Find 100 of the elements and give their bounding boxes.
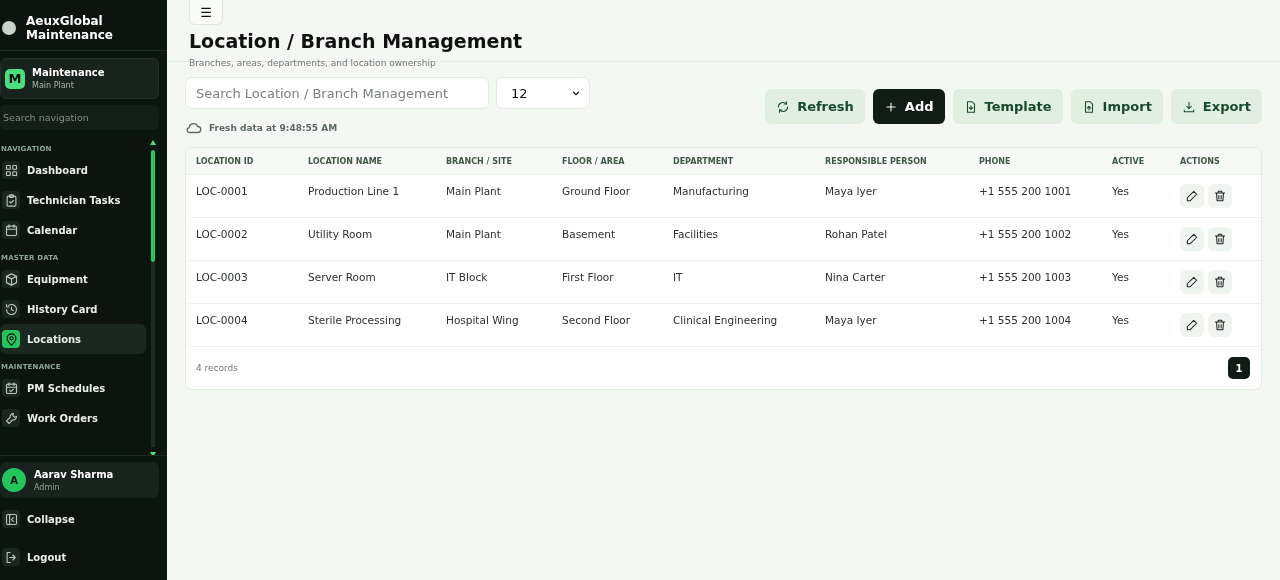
edit-button[interactable] [1180,227,1204,251]
brand-name: AeuxGlobal Maintenance [26,14,114,42]
page-title: Location / Branch Management [189,29,524,53]
table-cell: +1 555 200 1002 [969,217,1102,261]
nav-item[interactable]: Locations [0,324,146,354]
table-cell: LOC-0003 [186,260,298,304]
workspace-site: Main Plant [32,81,75,90]
record-count: 4 records [196,363,239,373]
delete-button[interactable] [1208,313,1232,337]
delete-button[interactable] [1208,184,1232,208]
plus-icon [883,99,898,114]
column-header: FLOOR / AREA [552,148,663,175]
page-subtitle: Branches, areas, departments, and location ownership [189,58,437,68]
nav-item[interactable]: Calendar [0,215,146,245]
table-cell: Facilities [663,217,815,261]
table-cell: Sterile Processing [298,303,436,347]
page-size-dropdown[interactable]: 12 [496,77,590,109]
collapse-link[interactable]: Collapse [0,504,167,534]
table-cell: +1 555 200 1003 [969,260,1102,304]
refresh-button[interactable]: Refresh [765,89,865,124]
page-button[interactable]: 1 [1228,357,1250,379]
template-button[interactable]: Template [952,89,1063,124]
refresh-icon [776,99,791,114]
table-cell: Rohan Patel [815,217,969,261]
nav-item[interactable]: Dashboard [0,155,146,185]
nav-item[interactable]: Work Orders [0,403,146,433]
history-icon [3,301,19,317]
table-cell: Yes [1102,217,1170,261]
table-cell: +1 555 200 1004 [969,303,1102,347]
nav-item[interactable]: History Card [0,294,146,324]
pencil-icon [1185,232,1199,246]
edit-button[interactable] [1180,313,1204,337]
column-header: BRANCH / SITE [436,148,552,175]
table-cell: Utility Room [298,217,436,261]
nav-item[interactable]: PM Schedules [0,373,146,403]
trash-icon [1213,318,1227,332]
table-cell: Production Line 1 [298,174,436,218]
table-cell: Yes [1102,260,1170,304]
column-header: DEPARTMENT [663,148,815,175]
pencil-icon [1185,318,1199,332]
table-cell: +1 555 200 1001 [969,174,1102,218]
workspace-name: Maintenance [32,67,105,78]
scrollbar[interactable] [149,140,157,455]
clipboard-icon [3,192,19,208]
user-name: Aarav Sharma [34,468,114,480]
search-field[interactable]: Search Location / Branch Management [185,77,489,109]
table-cell: Yes [1102,174,1170,218]
edit-button[interactable] [1180,184,1204,208]
freshness-text: Fresh data at 9:48:55 AM [209,123,338,133]
search-field[interactable]: Search navigation [0,105,159,130]
user-card[interactable]: A Aarav Sharma Admin [0,462,159,498]
table-cell: Server Room [298,260,436,304]
table-cell: Basement [552,217,663,261]
logout-link[interactable]: Logout [0,542,167,572]
column-header: RESPONSIBLE PERSON [815,148,969,175]
pencil-icon [1185,275,1199,289]
calendar-icon [3,222,19,238]
column-header: LOCATION NAME [298,148,436,175]
wrench-icon [3,410,19,426]
logo-icon [2,21,16,35]
table-cell: Hospital Wing [436,303,552,347]
table-cell: Main Plant [436,174,552,218]
workspace-card[interactable]: M Maintenance Main Plant [0,58,159,99]
nav-item[interactable]: Equipment [0,264,146,294]
column-header: ACTIVE [1102,148,1170,175]
grid-icon [3,162,19,178]
calendar-check-icon [3,380,19,396]
collapse-icon [3,511,19,527]
menu-button[interactable]: ☰ [189,0,223,25]
table-cell: LOC-0002 [186,217,298,261]
pencil-icon [1185,189,1199,203]
nav-item[interactable]: Technician Tasks [0,185,146,215]
edit-button[interactable] [1180,270,1204,294]
table-cell: Clinical Engineering [663,303,815,347]
box-icon [3,271,19,287]
table-cell: Manufacturing [663,174,815,218]
table-cell: IT Block [436,260,552,304]
table-cell: Second Floor [552,303,663,347]
delete-button[interactable] [1208,270,1232,294]
export-button[interactable]: Export [1170,89,1262,124]
trash-icon [1213,189,1227,203]
workspace-avatar: M [5,68,25,89]
trash-icon [1213,275,1227,289]
column-header: LOCATION ID [186,148,298,175]
delete-button[interactable] [1208,227,1232,251]
table-cell: Yes [1102,303,1170,347]
column-header: PHONE [969,148,1102,175]
table-cell: LOC-0004 [186,303,298,347]
table-cell: Maya Iyer [815,174,969,218]
column-header: ACTIONS [1170,148,1261,175]
user-role: Admin [34,482,61,492]
table-cell: LOC-0001 [186,174,298,218]
add-button[interactable]: Add [872,89,945,124]
trash-icon [1213,232,1227,246]
table-cell: IT [663,260,815,304]
table-cell: First Floor [552,260,663,304]
import-button[interactable]: Import [1070,89,1163,124]
user-avatar: A [2,468,26,492]
table-cell: Main Plant [436,217,552,261]
table-cell: Maya Iyer [815,303,969,347]
